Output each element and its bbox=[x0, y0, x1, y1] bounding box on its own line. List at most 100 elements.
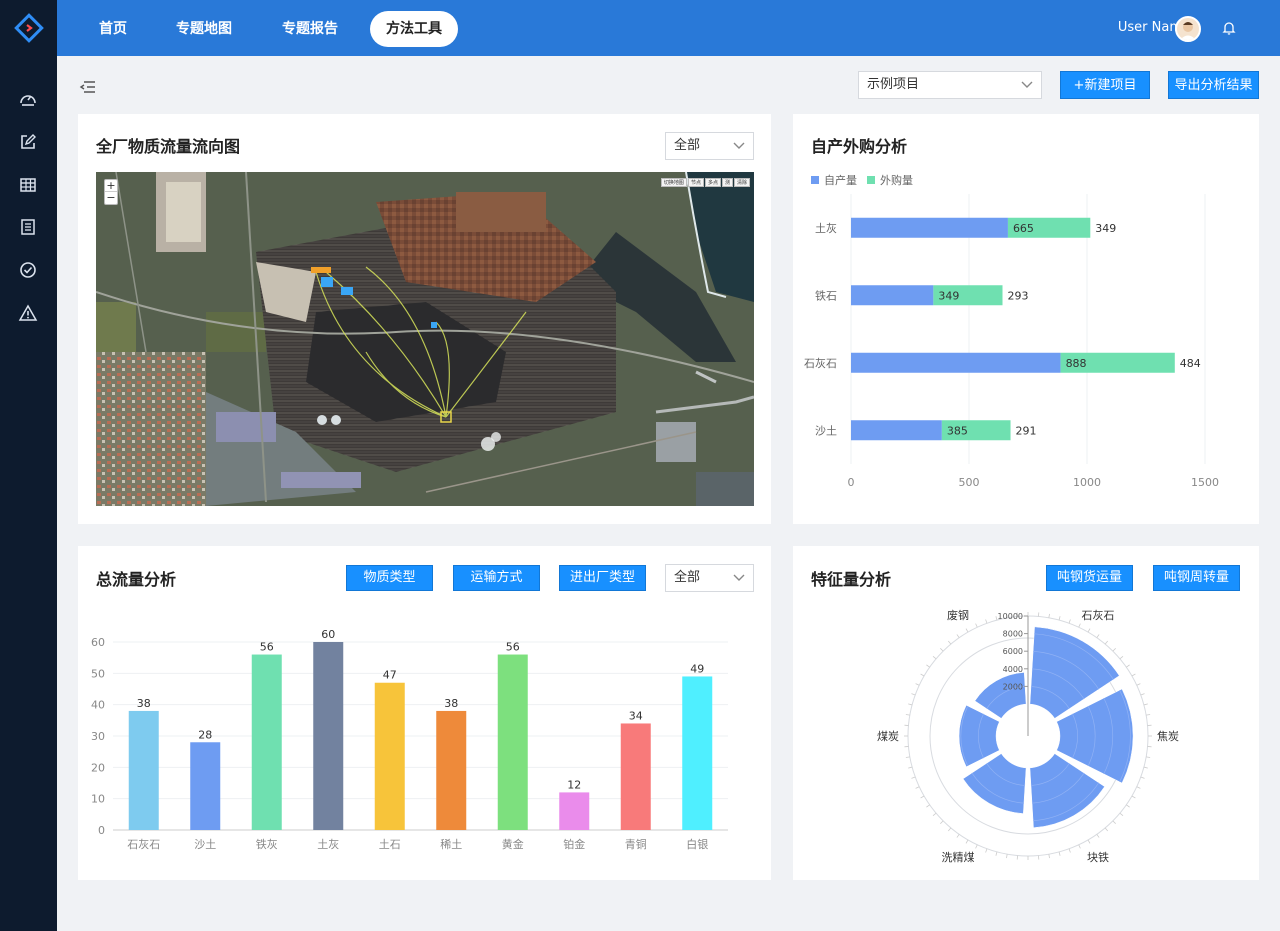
chevron-down-icon bbox=[1021, 81, 1033, 88]
data-label-purchased: 293 bbox=[1008, 289, 1029, 302]
map-tool-node[interactable]: 节点 bbox=[687, 178, 704, 187]
polar-tick bbox=[932, 812, 937, 817]
polar-tick bbox=[1104, 640, 1109, 645]
flow-map-filter-value: 全部 bbox=[674, 138, 701, 153]
app-logo[interactable] bbox=[0, 0, 57, 56]
polar-tick bbox=[932, 655, 937, 660]
x-tick-label: 沙土 bbox=[194, 838, 216, 851]
polar-bar bbox=[958, 704, 1000, 768]
polar-tick bbox=[908, 766, 913, 769]
transport-mode-button[interactable]: 运输方式 bbox=[453, 565, 540, 591]
x-tick-label: 土石 bbox=[379, 838, 401, 851]
polar-tick bbox=[1146, 714, 1151, 716]
polar-tick bbox=[1136, 786, 1141, 789]
bell-icon[interactable] bbox=[1221, 20, 1237, 36]
nav-topic-report[interactable]: 专题报告 bbox=[269, 11, 351, 47]
polar-tick bbox=[940, 820, 944, 824]
nav-home[interactable]: 首页 bbox=[83, 11, 143, 47]
bar bbox=[128, 710, 159, 830]
polar-category-label: 块铁 bbox=[1087, 851, 1109, 864]
polar-tick bbox=[915, 786, 920, 789]
legend-swatch bbox=[811, 176, 819, 184]
polar-tick bbox=[1068, 848, 1071, 853]
feature-analysis-panel: 特征量分析 吨钢货运量 吨钢周转量 石灰石 焦炭 块铁 洗精煤 煤炭 废钢 2000 4000… bbox=[793, 546, 1259, 880]
polar-tick bbox=[1096, 834, 1100, 838]
polar-tick bbox=[1119, 655, 1124, 660]
nav-topic-map[interactable]: 专题地图 bbox=[163, 11, 245, 47]
dashboard-icon[interactable] bbox=[16, 87, 40, 111]
data-label-self: 665 bbox=[1013, 222, 1034, 235]
polar-tick bbox=[920, 673, 925, 677]
polar-tick bbox=[1104, 827, 1109, 832]
radial-tick-label: 10000 bbox=[998, 612, 1023, 621]
zoom-out-button[interactable]: − bbox=[105, 192, 117, 204]
logo-icon bbox=[13, 13, 44, 43]
polar-category-label: 废钢 bbox=[947, 608, 969, 622]
bar bbox=[190, 742, 221, 830]
polar-category-label: 煤炭 bbox=[877, 730, 899, 743]
project-select-value: 示例项目 bbox=[867, 77, 920, 92]
check-circle-icon[interactable] bbox=[16, 258, 40, 282]
polar-tick bbox=[1140, 693, 1145, 696]
radial-tick-label: 2000 bbox=[1003, 682, 1023, 691]
polar-tick bbox=[1048, 854, 1050, 859]
in-out-type-button[interactable]: 进出厂类型 bbox=[559, 565, 646, 591]
data-label: 38 bbox=[444, 697, 458, 710]
y-tick-label: 30 bbox=[91, 730, 105, 743]
self-vs-purchase-chart: 自产量 外购量 0 500 1000 1500 土灰 665 349 铁石 349 293 石灰石 888… bbox=[804, 173, 1219, 489]
polar-tick bbox=[956, 834, 960, 838]
polar-tick bbox=[1140, 776, 1145, 779]
y-tick-label: 10 bbox=[91, 793, 105, 806]
map-tool-clear[interactable]: 清除 bbox=[733, 178, 750, 187]
ton-steel-turnover-button[interactable]: 吨钢周转量 bbox=[1153, 565, 1240, 591]
polar-tick bbox=[905, 714, 910, 716]
polar-tick bbox=[995, 851, 998, 856]
map-tool-measure[interactable]: 测 bbox=[721, 178, 733, 187]
polar-tick bbox=[926, 664, 930, 668]
polar-tick bbox=[1143, 703, 1148, 706]
project-select[interactable]: 示例项目 bbox=[858, 71, 1042, 99]
new-project-button[interactable]: +新建项目 bbox=[1060, 71, 1150, 99]
chevron-down-icon bbox=[733, 142, 745, 149]
list-icon[interactable] bbox=[16, 215, 40, 239]
polar-tick bbox=[1078, 844, 1081, 849]
bar bbox=[497, 654, 528, 830]
x-tick-label: 1000 bbox=[1073, 476, 1101, 489]
map-tool-multipoint[interactable]: 多点 bbox=[704, 178, 721, 187]
bar-self-produced bbox=[851, 217, 1008, 238]
avatar[interactable] bbox=[1175, 16, 1201, 42]
satellite-map[interactable]: + − 切换地图 节点 多点 测 清除 bbox=[96, 172, 754, 506]
polar-tick bbox=[1006, 854, 1008, 859]
table-icon[interactable] bbox=[16, 173, 40, 197]
map-tool-switch-map[interactable]: 切换地图 bbox=[660, 178, 687, 187]
category-label: 土灰 bbox=[815, 221, 837, 235]
polar-tick bbox=[1136, 683, 1141, 686]
polar-tick bbox=[1112, 648, 1116, 652]
polar-tick bbox=[1068, 619, 1071, 624]
material-type-button[interactable]: 物质类型 bbox=[346, 565, 433, 591]
bar bbox=[313, 642, 344, 830]
warning-icon[interactable] bbox=[16, 301, 40, 325]
feature-analysis-title: 特征量分析 bbox=[811, 570, 892, 589]
nav-method-tools[interactable]: 方法工具 bbox=[370, 11, 458, 47]
polar-tick bbox=[947, 640, 952, 645]
total-flow-panel: 总流量分析 物质类型 运输方式 进出厂类型 全部 0 10 20 30 40 50 60 38… bbox=[78, 546, 771, 880]
edit-icon[interactable] bbox=[16, 130, 40, 154]
total-flow-title: 总流量分析 bbox=[96, 570, 177, 589]
x-tick-label: 稀土 bbox=[440, 838, 462, 851]
bar bbox=[251, 654, 282, 830]
polar-tick bbox=[1048, 613, 1050, 618]
export-results-button[interactable]: 导出分析结果 bbox=[1168, 71, 1259, 99]
top-navigation-bar: 首页 专题地图 专题报告 方法工具 User Name bbox=[57, 0, 1280, 56]
data-label: 12 bbox=[567, 778, 581, 791]
y-tick-label: 40 bbox=[91, 699, 105, 712]
collapse-menu-icon[interactable] bbox=[79, 79, 97, 95]
ton-steel-freight-button[interactable]: 吨钢货运量 bbox=[1046, 565, 1133, 591]
polar-category-label: 焦炭 bbox=[1157, 730, 1179, 743]
polar-bar bbox=[974, 672, 1027, 719]
flow-map-filter[interactable]: 全部 bbox=[665, 132, 754, 160]
total-flow-filter[interactable]: 全部 bbox=[665, 564, 754, 592]
data-label-self: 385 bbox=[947, 424, 968, 437]
sidebar bbox=[0, 0, 57, 931]
data-label-self: 888 bbox=[1066, 357, 1087, 370]
